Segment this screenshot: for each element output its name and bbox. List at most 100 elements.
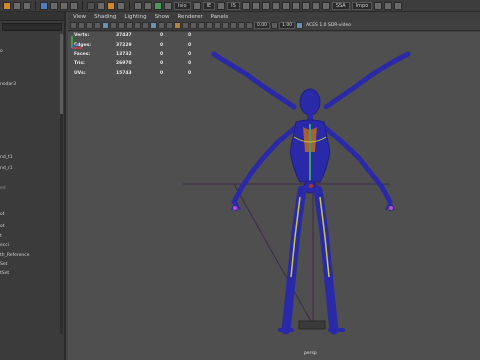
object-icon[interactable] (192, 1, 201, 10)
wireframe-icon[interactable] (142, 22, 149, 29)
gate-mask-icon[interactable] (126, 22, 133, 29)
shelf-field-3[interactable]: IS (227, 1, 240, 10)
outliner-search-input[interactable] (2, 23, 62, 31)
lights-icon[interactable] (182, 22, 189, 29)
gamma-field[interactable]: 1.00 (279, 22, 296, 29)
history-icon[interactable] (87, 1, 95, 10)
motion-blur-icon[interactable] (206, 22, 213, 29)
deform-icon[interactable] (291, 1, 300, 10)
menu-panels[interactable]: Panels (211, 14, 229, 20)
list-item[interactable]: ot (0, 212, 64, 218)
render-icon[interactable] (97, 1, 105, 10)
lock-icon[interactable] (164, 1, 172, 10)
menu-show[interactable]: Show (155, 14, 170, 20)
symmetry-icon[interactable] (134, 1, 142, 10)
list-item[interactable]: nd_r1 (0, 166, 64, 172)
workspace-icon[interactable] (154, 1, 162, 10)
panel-menu-bar: View Shading Lighting Show Renderer Pane… (68, 12, 480, 21)
right-upper-arm (323, 51, 411, 110)
camera-icon[interactable] (144, 1, 152, 10)
list-item[interactable]: nodar3 (0, 82, 64, 88)
snap-grid-icon[interactable] (40, 1, 48, 10)
list-item[interactable]: t (0, 234, 64, 240)
menu-lighting[interactable]: Lighting (124, 14, 146, 20)
channel-icon[interactable] (241, 1, 250, 10)
shelf-field-1[interactable]: Isio (174, 1, 191, 10)
wireframe-on-shaded-icon[interactable] (158, 22, 165, 29)
sort-icon[interactable] (384, 1, 393, 10)
safe-area-icon[interactable] (134, 22, 141, 29)
window-icon[interactable] (394, 1, 403, 10)
left-leg (281, 185, 307, 335)
camera-lock-icon[interactable] (78, 22, 85, 29)
head (299, 88, 321, 116)
scrollbar-thumb[interactable] (60, 34, 63, 114)
color-management-icon[interactable] (296, 22, 304, 29)
shelf-field-4[interactable]: SSA (331, 1, 350, 10)
gamma-icon[interactable] (271, 22, 279, 29)
camera-select-icon[interactable] (70, 22, 77, 29)
color-space-label[interactable]: ACES 1.0 SDR-video (304, 23, 353, 28)
hud-value: 26970 (116, 61, 132, 66)
viewport-canvas (183, 51, 411, 335)
attribute-icon[interactable] (217, 1, 226, 10)
panel-toolbar: 0.00 1.00 ACES 1.0 SDR-video (68, 21, 480, 31)
camera-name-label: persp (304, 351, 317, 356)
xray-joints-icon[interactable] (230, 22, 237, 29)
shelf-separator (82, 1, 83, 10)
menu-view[interactable]: View (73, 14, 86, 20)
lasso-tool-icon[interactable] (13, 1, 21, 10)
hud-value: 37437 (116, 33, 132, 38)
xray-icon[interactable] (166, 22, 173, 29)
exposure-field[interactable]: 0.00 (254, 22, 271, 29)
list-item[interactable]: ed (0, 186, 64, 192)
film-gate-icon[interactable] (110, 22, 117, 29)
display-icon[interactable] (374, 1, 383, 10)
grid-icon[interactable] (102, 22, 109, 29)
fx-icon[interactable] (321, 1, 330, 10)
smooth-shade-icon[interactable] (150, 22, 157, 29)
animate-icon[interactable] (311, 1, 320, 10)
layer-icon[interactable] (251, 1, 260, 10)
list-item[interactable]: o (0, 49, 64, 55)
list-item[interactable]: ot (0, 224, 64, 230)
menu-renderer[interactable]: Renderer (177, 14, 202, 20)
snap-point-icon[interactable] (60, 1, 68, 10)
outliner-header (0, 12, 64, 21)
curve-icon[interactable] (271, 1, 280, 10)
isolate-select-icon[interactable] (222, 22, 229, 29)
menu-shading[interactable]: Shading (94, 14, 116, 20)
bookmark-icon[interactable] (86, 22, 93, 29)
list-item[interactable]: tSet (0, 271, 64, 277)
select-tool-icon[interactable] (3, 1, 11, 10)
list-item[interactable]: ecci (0, 243, 64, 249)
list-item[interactable]: th_Reference (0, 253, 64, 259)
list-item[interactable]: nd_t1 (0, 155, 64, 161)
rig-icon[interactable] (301, 1, 310, 10)
right-lower-arm (321, 124, 393, 205)
paint-select-icon[interactable] (23, 1, 31, 10)
mesh-icon[interactable] (261, 1, 270, 10)
xray-components-icon[interactable] (238, 22, 245, 29)
image-plane-icon[interactable] (94, 22, 101, 29)
left-lower-arm (231, 124, 299, 205)
resolution-gate-icon[interactable] (118, 22, 125, 29)
ambient-occlusion-icon[interactable] (198, 22, 205, 29)
snap-curve-icon[interactable] (50, 1, 58, 10)
outliner-scrollbar[interactable] (60, 34, 63, 334)
shelf-field-2[interactable]: IE (202, 1, 216, 10)
textures-icon[interactable] (174, 22, 181, 29)
render-settings-icon[interactable] (117, 1, 125, 10)
shadows-icon[interactable] (190, 22, 197, 29)
antialias-icon[interactable] (214, 22, 221, 29)
list-item[interactable]: Set (0, 262, 64, 268)
shelf-separator (129, 1, 130, 10)
exposure-icon[interactable] (246, 22, 253, 29)
hud-value: 0 (188, 61, 192, 66)
surface-icon[interactable] (281, 1, 290, 10)
viewport-3d[interactable]: Verts: 37437 0 0 Edges: 37229 0 0 Faces:… (68, 32, 480, 360)
shelf-field-5[interactable]: Impo (351, 1, 373, 10)
hud-value: 0 (188, 33, 192, 38)
snap-surface-icon[interactable] (70, 1, 78, 10)
ipr-render-icon[interactable] (107, 1, 115, 10)
